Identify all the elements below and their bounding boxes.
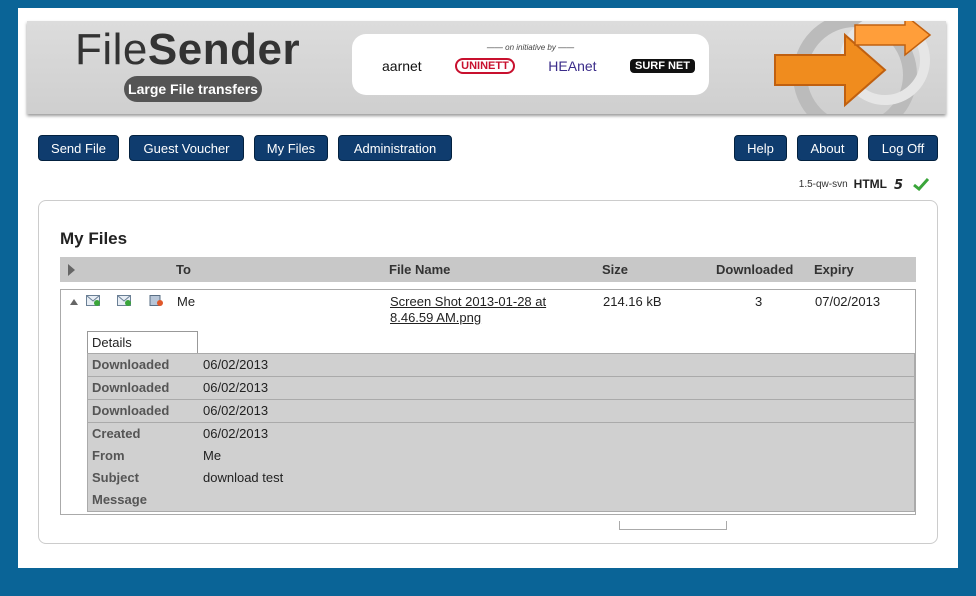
- html5-label: HTML: [853, 177, 887, 191]
- log-off-button[interactable]: Log Off: [868, 135, 938, 161]
- from-value: Me: [203, 448, 222, 463]
- version-info: 1.5-qw-svn HTML 5: [799, 177, 929, 191]
- guest-voucher-button[interactable]: Guest Voucher: [129, 135, 244, 161]
- my-files-panel: My Files To File Name Size Downloaded Ex…: [38, 200, 938, 544]
- html5-icon: 5: [894, 178, 903, 191]
- download-count: 3: [755, 294, 763, 309]
- column-expiry: Expiry: [814, 262, 854, 277]
- details-section: Details Downloaded 06/02/2013 Downloaded…: [87, 331, 915, 512]
- tagline: Large File transfers: [124, 76, 262, 102]
- details-body: Downloaded 06/02/2013 Downloaded 06/02/2…: [87, 353, 915, 512]
- help-button[interactable]: Help: [734, 135, 787, 161]
- page: FileSender Large File transfers —— on in…: [18, 8, 958, 568]
- collapse-row-icon[interactable]: [70, 299, 78, 305]
- column-size: Size: [602, 262, 629, 277]
- download-entry: Downloaded 06/02/2013: [88, 377, 914, 400]
- delete-file-icon[interactable]: [149, 295, 163, 306]
- download-date: 06/02/2013: [203, 403, 269, 418]
- filesender-logo[interactable]: FileSender: [75, 25, 300, 75]
- heanet-logo: HEAnet: [548, 58, 597, 74]
- created-label: Created: [92, 426, 141, 441]
- download-label: Downloaded: [92, 403, 170, 418]
- subject-label: Subject: [92, 470, 139, 485]
- column-to: To: [176, 262, 191, 277]
- resend-email-icon[interactable]: [86, 295, 100, 306]
- aarnet-logo: aarnet: [382, 58, 422, 74]
- expand-all-icon[interactable]: [68, 264, 75, 276]
- partners-box: —— on initiative by —— aarnet UNINETT HE…: [352, 34, 709, 95]
- table-header: To File Name Size Downloaded Expiry: [60, 257, 916, 282]
- svg-text:5: 5: [894, 178, 903, 191]
- download-label: Downloaded: [92, 380, 170, 395]
- send-file-button[interactable]: Send File: [38, 135, 119, 161]
- surfnet-logo: SURF NET: [629, 59, 695, 73]
- column-downloaded: Downloaded: [716, 262, 794, 277]
- about-button[interactable]: About: [797, 135, 858, 161]
- tab-details[interactable]: Details: [87, 331, 198, 353]
- version-label: 1.5-qw-svn: [798, 178, 848, 190]
- created-value: 06/02/2013: [203, 426, 269, 441]
- message-label: Message: [92, 492, 147, 507]
- download-entry: Downloaded 06/02/2013: [88, 354, 914, 377]
- download-label: Downloaded: [92, 357, 170, 372]
- download-date: 06/02/2013: [203, 357, 269, 372]
- expiry-date: 07/02/2013: [815, 294, 881, 309]
- arrows-graphic-icon: [774, 21, 932, 114]
- administration-button[interactable]: Administration: [338, 135, 452, 161]
- initiative-label: —— on initiative by ——: [486, 43, 575, 52]
- file-name-link[interactable]: Screen Shot 2013-01-28 at 8.46.59 AM.png: [390, 294, 546, 326]
- column-file-name: File Name: [389, 262, 451, 277]
- header-banner: FileSender Large File transfers —— on in…: [27, 21, 946, 114]
- download-entry: Downloaded 06/02/2013: [88, 400, 914, 423]
- subject-value: download test: [203, 470, 284, 485]
- my-files-button[interactable]: My Files: [254, 135, 328, 161]
- add-recipient-icon[interactable]: [117, 295, 131, 306]
- table-row: Me Screen Shot 2013-01-28 at 8.46.59 AM.p…: [60, 289, 916, 515]
- column-stub: [619, 521, 727, 530]
- from-label: From: [92, 448, 125, 463]
- recipient: Me: [177, 294, 196, 309]
- checkmark-icon: [913, 177, 929, 191]
- file-size: 214.16 kB: [603, 294, 662, 309]
- uninett-logo: UNINETT: [455, 58, 515, 74]
- download-date: 06/02/2013: [203, 380, 269, 395]
- page-title: My Files: [60, 229, 128, 248]
